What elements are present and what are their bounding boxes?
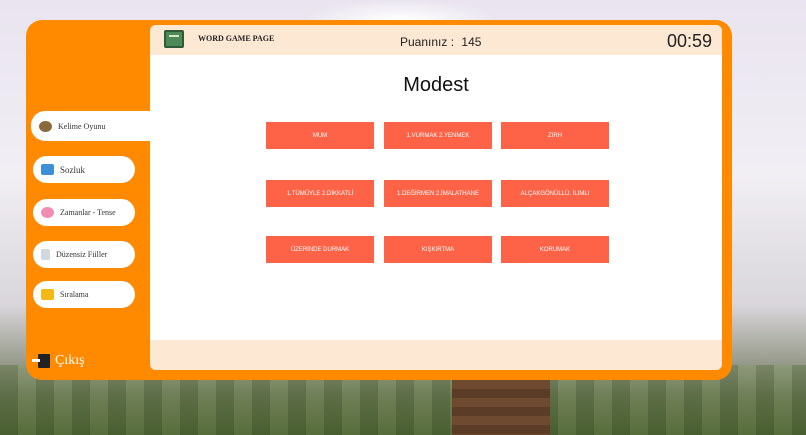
top-bar: WORD GAME PAGE Puanınız : 145 00:59 (150, 25, 722, 55)
sidebar: Kelime Oyunu Sozluk Zamanlar - Tense Düz… (26, 20, 150, 380)
answer-option-4[interactable]: 1.TÜMÜYLE 2.DİKKATLİ (266, 180, 374, 207)
bicycle-icon (39, 120, 52, 132)
clock-icon (41, 207, 54, 218)
sidebar-item-label: Sozluk (60, 164, 86, 175)
countdown-timer: 00:59 (666, 31, 712, 51)
exit-icon (32, 354, 50, 368)
answer-option-7[interactable]: ÜZERİNDE DURMAK (266, 236, 374, 263)
score-label: Puanınız : (400, 35, 455, 49)
answer-option-8[interactable]: KIŞKIRTMA (384, 236, 492, 263)
sidebar-item-label: Düzensiz Fiiller (56, 250, 108, 259)
answer-option-1[interactable]: MUM (266, 122, 374, 149)
answer-option-5[interactable]: 1.DEĞİRMEN 2.İMALATHANE (384, 180, 492, 207)
sidebar-item-label: Zamanlar - Tense (60, 208, 116, 217)
answer-option-6[interactable]: ALÇAKGÖNÜLLÜ, İLIMLI (501, 180, 609, 207)
exit-button[interactable]: Çıkış (32, 353, 85, 369)
app-title: WORD GAME PAGE (198, 34, 275, 43)
document-icon (41, 249, 50, 260)
crown-icon (41, 289, 54, 300)
sidebar-item-kelime-oyunu[interactable]: Kelime Oyunu (31, 111, 150, 141)
app-logo-icon (164, 30, 184, 48)
app-window: Kelime Oyunu Sozluk Zamanlar - Tense Düz… (26, 20, 732, 380)
background-tower (452, 380, 550, 435)
book-icon (41, 164, 54, 175)
answer-option-9[interactable]: KORUMAK (501, 236, 609, 263)
answer-option-2[interactable]: 1.VURMAK 2.YENMEK (384, 122, 492, 149)
bottom-bar (150, 340, 722, 370)
sidebar-item-zamanlar[interactable]: Zamanlar - Tense (33, 199, 135, 226)
exit-label: Çıkış (55, 353, 85, 368)
score-value: 145 (461, 35, 482, 49)
answer-option-3[interactable]: ZIRH (501, 122, 609, 149)
sidebar-item-duzensiz-fiiller[interactable]: Düzensiz Fiiller (33, 241, 135, 268)
sidebar-item-label: Kelime Oyunu (58, 121, 106, 131)
score-display: Puanınız : 145 (400, 35, 481, 49)
target-word: Modest (403, 74, 469, 96)
sidebar-item-siralama[interactable]: Sıralama (33, 281, 135, 308)
sidebar-item-sozluk[interactable]: Sozluk (33, 156, 135, 183)
sidebar-item-label: Sıralama (60, 290, 89, 299)
main-panel: WORD GAME PAGE Puanınız : 145 00:59 Mode… (150, 25, 722, 370)
